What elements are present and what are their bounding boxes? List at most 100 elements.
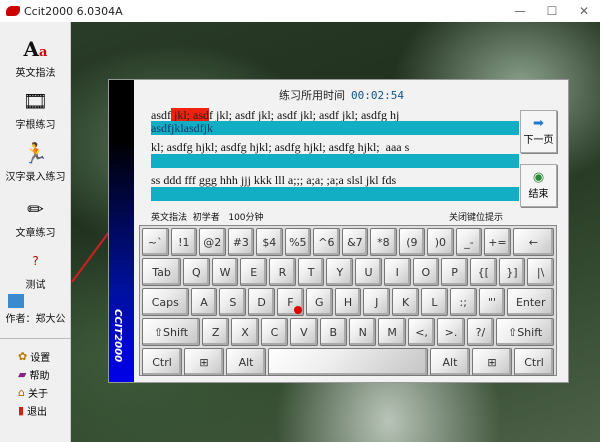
key[interactable]: {[: [469, 258, 497, 286]
key[interactable]: *8: [370, 228, 397, 256]
key-label: N: [358, 325, 367, 339]
windows-key-icon[interactable]: ⊞: [184, 348, 225, 376]
key[interactable]: $4: [256, 228, 283, 256]
brand-text: CCIT2000: [112, 308, 123, 362]
next-page-button[interactable]: ➡ 下一页: [520, 110, 557, 153]
key[interactable]: E: [240, 258, 268, 286]
key[interactable]: ⇧Shift: [142, 318, 200, 346]
key[interactable]: &7: [341, 228, 369, 256]
key[interactable]: C: [260, 318, 289, 346]
key-label: S: [229, 295, 237, 309]
key-label: Y: [336, 265, 344, 279]
key[interactable]: S: [219, 288, 247, 316]
key-label: ←: [528, 235, 538, 249]
key-label: K: [401, 295, 410, 309]
key-label: :;: [459, 295, 467, 309]
key[interactable]: ~`: [142, 228, 169, 256]
key-label: C: [270, 325, 279, 339]
key-label: }]: [506, 265, 518, 279]
key[interactable]: A: [190, 288, 218, 316]
key[interactable]: Ctrl: [513, 348, 554, 376]
key[interactable]: ^6: [313, 228, 340, 256]
input-line-3[interactable]: [151, 187, 519, 201]
input-line-1[interactable]: asdfjklasdfjk: [151, 121, 519, 135]
key[interactable]: N: [349, 318, 377, 346]
key-label: @2: [203, 235, 222, 249]
key[interactable]: +=: [484, 228, 511, 256]
key[interactable]: U: [355, 258, 382, 286]
key[interactable]: |\: [527, 258, 554, 286]
key[interactable]: ⇧Shift: [496, 318, 555, 346]
key[interactable]: L: [421, 288, 448, 316]
key[interactable]: R: [269, 258, 296, 286]
key[interactable]: Enter: [507, 288, 555, 316]
key-label: Alt: [238, 355, 254, 369]
key[interactable]: M: [378, 318, 406, 346]
key-label: E: [250, 265, 258, 279]
prompt-line-2: kl; asdfg hjkl; asdfg hjkl; asdfg hjkl; …: [151, 140, 410, 154]
finish-button[interactable]: ◉ 结束: [520, 164, 557, 207]
button-label: 结束: [528, 189, 549, 200]
key[interactable]: _-: [455, 228, 483, 256]
key-label: "': [487, 295, 497, 309]
prompt-text: f jkl; asdf jkl; asdf jkl; asdf jkl; asd…: [209, 108, 400, 122]
key[interactable]: P: [441, 258, 468, 286]
key-label: Ctrl: [152, 355, 172, 369]
key-space[interactable]: [268, 348, 428, 376]
key[interactable]: Y: [326, 258, 354, 286]
key-label: (9: [406, 235, 418, 249]
key[interactable]: O: [412, 258, 440, 286]
button-label: 下一页: [523, 135, 554, 146]
key[interactable]: H: [334, 288, 362, 316]
key[interactable]: @2: [199, 228, 226, 256]
key[interactable]: )0: [427, 228, 454, 256]
key[interactable]: I: [383, 258, 411, 286]
key[interactable]: #3: [227, 228, 255, 256]
key-label: )0: [434, 235, 447, 249]
key[interactable]: Alt: [226, 348, 267, 376]
input-line-2[interactable]: [151, 154, 519, 168]
key-label: <,: [415, 325, 428, 339]
key-label: G: [314, 295, 324, 309]
key[interactable]: T: [297, 258, 325, 286]
key[interactable]: W: [211, 258, 239, 286]
key[interactable]: X: [231, 318, 259, 346]
key[interactable]: Caps: [142, 288, 189, 316]
key-label: R: [278, 265, 287, 279]
key[interactable]: K: [392, 288, 419, 316]
key-label: I: [395, 265, 399, 279]
key[interactable]: (9: [398, 228, 426, 256]
key-label: |\: [536, 265, 545, 279]
key[interactable]: Ctrl: [142, 348, 183, 376]
key-label: >.: [444, 325, 458, 339]
key[interactable]: F: [277, 288, 304, 316]
key[interactable]: "': [478, 288, 506, 316]
status-level: 初学者: [192, 213, 220, 223]
toggle-key-hint[interactable]: 关闭键位提示: [449, 210, 503, 223]
key[interactable]: V: [290, 318, 318, 346]
key[interactable]: Z: [201, 318, 230, 346]
key[interactable]: J: [363, 288, 391, 316]
key[interactable]: :;: [449, 288, 477, 316]
key[interactable]: Tab: [142, 258, 182, 286]
key[interactable]: %5: [284, 228, 312, 256]
key[interactable]: B: [319, 318, 348, 346]
key-label: ⊞: [199, 355, 209, 369]
status-time: 100分钟: [228, 213, 264, 223]
key[interactable]: ?/: [466, 318, 495, 346]
key-label: ⇧Shift: [507, 325, 543, 339]
windows-key-icon[interactable]: ⊞: [471, 348, 512, 376]
key[interactable]: <,: [407, 318, 436, 346]
brand-strip: CCIT2000: [109, 80, 134, 382]
key[interactable]: D: [248, 288, 276, 316]
key[interactable]: >.: [437, 318, 465, 346]
key-label: D: [257, 295, 266, 309]
error-highlight: jkl; asd: [171, 108, 209, 122]
key[interactable]: !1: [170, 228, 198, 256]
key[interactable]: Alt: [429, 348, 470, 376]
key[interactable]: }]: [498, 258, 526, 286]
key[interactable]: Q: [183, 258, 210, 286]
key-label: A: [200, 295, 208, 309]
key[interactable]: G: [305, 288, 333, 316]
key[interactable]: ←: [512, 228, 554, 256]
